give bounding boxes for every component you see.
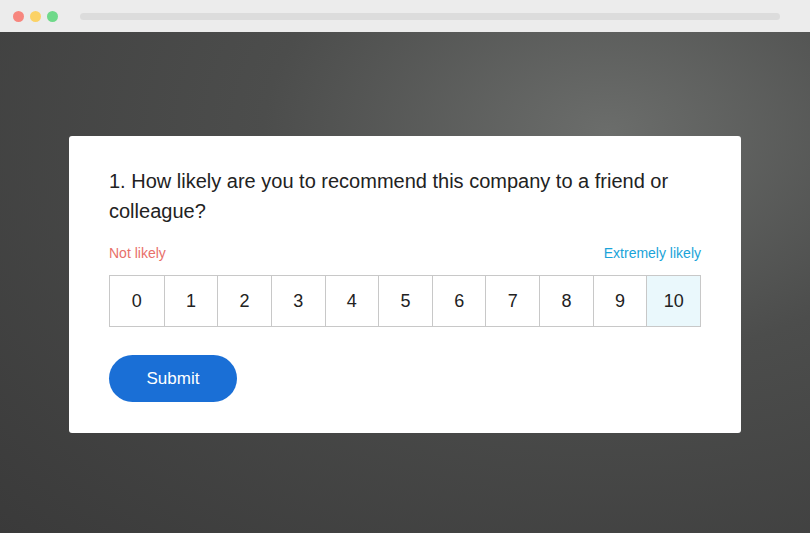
rating-option[interactable]: 7	[485, 276, 539, 326]
close-icon[interactable]	[13, 11, 24, 22]
scale-labels: Not likely Extremely likely	[109, 244, 701, 262]
survey-card: 1. How likely are you to recommend this …	[69, 136, 741, 433]
rating-option[interactable]: 0	[110, 276, 164, 326]
rating-option[interactable]: 6	[432, 276, 486, 326]
low-label: Not likely	[109, 244, 166, 262]
address-bar[interactable]	[80, 13, 780, 20]
question-text: 1. How likely are you to recommend this …	[109, 166, 701, 226]
minimize-icon[interactable]	[30, 11, 41, 22]
submit-button[interactable]: Submit	[109, 355, 237, 402]
rating-option[interactable]: 3	[271, 276, 325, 326]
maximize-icon[interactable]	[47, 11, 58, 22]
rating-option[interactable]: 9	[593, 276, 647, 326]
background-photo: 1. How likely are you to recommend this …	[0, 32, 810, 533]
rating-option[interactable]: 2	[217, 276, 271, 326]
rating-option[interactable]: 8	[539, 276, 593, 326]
browser-window: 1. How likely are you to recommend this …	[0, 0, 810, 533]
rating-option[interactable]: 4	[325, 276, 379, 326]
rating-option[interactable]: 5	[378, 276, 432, 326]
window-controls	[13, 11, 58, 22]
rating-scale: 012345678910	[109, 275, 701, 327]
rating-option[interactable]: 10	[646, 276, 700, 326]
browser-toolbar	[0, 0, 810, 32]
high-label: Extremely likely	[604, 244, 701, 262]
rating-option[interactable]: 1	[164, 276, 218, 326]
